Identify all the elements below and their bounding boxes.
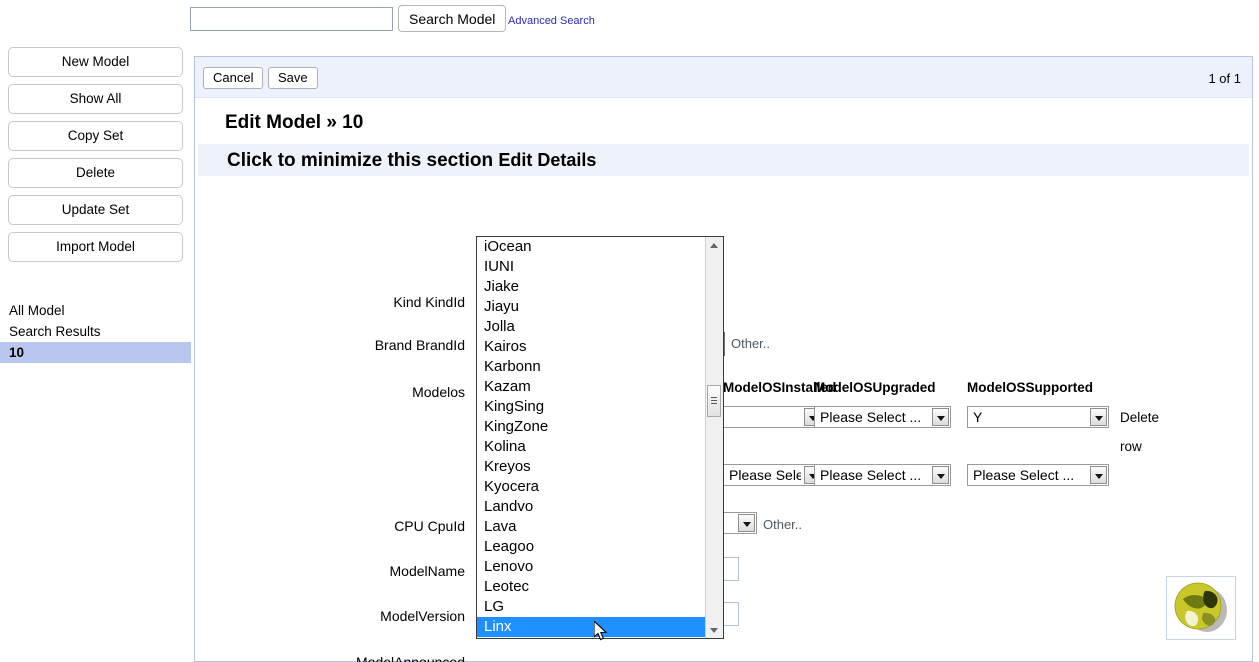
search-input[interactable]	[190, 7, 393, 31]
sidebar: New Model Show All Copy Set Delete Updat…	[0, 40, 191, 662]
globe-icon	[1174, 582, 1227, 632]
list-item[interactable]: LG	[477, 597, 706, 617]
list-item[interactable]: Karbonn	[477, 357, 706, 377]
os-supported-select-row1[interactable]: Y	[967, 406, 1109, 428]
brand-other-link[interactable]: Other..	[731, 336, 770, 351]
list-item[interactable]: Kazam	[477, 377, 706, 397]
model-version-label: ModelVersion	[380, 608, 465, 624]
list-item[interactable]: Leagoo	[477, 537, 706, 557]
chevron-down-icon	[1090, 466, 1107, 484]
sidebar-item-record-10[interactable]: 10	[0, 342, 191, 363]
page-title: Edit Model » 10	[225, 112, 364, 133]
col-header-modelos-upgraded: ModelOSUpgraded	[814, 380, 936, 395]
search-model-button[interactable]: Search Model	[398, 5, 507, 32]
list-item-selected[interactable]: Linx	[477, 617, 706, 637]
list-item[interactable]: Jiake	[477, 277, 706, 297]
list-item[interactable]: Leotec	[477, 577, 706, 597]
os-supported-select-row2[interactable]: Please Select ...	[967, 464, 1109, 486]
show-all-button[interactable]: Show All	[8, 84, 183, 114]
page-counter: 1 of 1	[1208, 71, 1241, 86]
os-upgraded-select-row2[interactable]: Please Select ...	[814, 464, 951, 486]
list-item[interactable]: Jiayu	[477, 297, 706, 317]
brand-dropdown-list[interactable]: iOcean IUNI Jiake Jiayu Jolla Kairos Kar…	[476, 236, 724, 639]
list-item[interactable]: Lenovo	[477, 557, 706, 577]
globe-logo	[1166, 576, 1236, 640]
chevron-down-icon	[932, 466, 949, 484]
list-item[interactable]: Kairos	[477, 337, 706, 357]
cpu-other-link[interactable]: Other..	[763, 517, 802, 532]
list-item[interactable]: Lava	[477, 517, 706, 537]
dropdown-scrollbar[interactable]	[705, 237, 723, 638]
app-root: Search Model Advanced Search New Model S…	[0, 0, 1259, 662]
os-installed-select-row2[interactable]: Please Select ...	[723, 464, 823, 486]
section-header-edit-details[interactable]: Click to minimize this section Edit Deta…	[198, 144, 1249, 176]
os-supported-value-row2: Please Select ...	[973, 467, 1075, 483]
chevron-down-icon	[1090, 408, 1107, 426]
col-header-modelos-supported: ModelOSSupported	[967, 380, 1093, 395]
model-name-label: ModelName	[389, 563, 465, 579]
advanced-search-link[interactable]: Advanced Search	[508, 15, 595, 27]
sidebar-item-search-results[interactable]: Search Results	[0, 321, 191, 342]
copy-set-button[interactable]: Copy Set	[8, 121, 183, 151]
sidebar-nav-list: All Model Search Results 10	[0, 300, 191, 363]
list-item[interactable]: Jolla	[477, 317, 706, 337]
sidebar-item-all-model[interactable]: All Model	[0, 300, 191, 321]
panel-toolbar: Cancel Save 1 of 1	[195, 57, 1252, 98]
scroll-up-arrow-icon[interactable]	[706, 237, 722, 253]
kind-label: Kind KindId	[393, 294, 465, 310]
modelos-label: Modelos	[412, 384, 465, 400]
brand-label: Brand BrandId	[374, 337, 465, 353]
cpu-label: CPU CpuId	[394, 518, 465, 534]
scrollbar-thumb[interactable]	[707, 385, 721, 417]
new-model-button[interactable]: New Model	[8, 47, 183, 77]
delete-row-link-line1[interactable]: Delete	[1120, 410, 1159, 425]
list-item[interactable]: iOcean	[477, 237, 706, 257]
delete-row-link-line2[interactable]: row	[1120, 439, 1142, 454]
list-item[interactable]: Kyocera	[477, 477, 706, 497]
os-upgraded-value-row2: Please Select ...	[820, 467, 922, 483]
list-item[interactable]: Kolina	[477, 437, 706, 457]
section-minimize-label: Click to minimize this section	[227, 150, 494, 171]
cancel-button[interactable]: Cancel	[203, 67, 264, 89]
list-item[interactable]: KingZone	[477, 417, 706, 437]
list-item[interactable]: KingSing	[477, 397, 706, 417]
list-item[interactable]: IUNI	[477, 257, 706, 277]
list-item[interactable]: Landvo	[477, 497, 706, 517]
top-search-bar: Search Model Advanced Search	[0, 0, 1259, 40]
scroll-down-arrow-icon[interactable]	[706, 622, 722, 638]
delete-button[interactable]: Delete	[8, 158, 183, 188]
os-upgraded-value-row1: Please Select ...	[820, 409, 922, 425]
save-button[interactable]: Save	[268, 67, 318, 89]
import-model-button[interactable]: Import Model	[8, 232, 183, 262]
os-installed-value-row2: Please Select ...	[729, 467, 801, 483]
os-installed-select-row1[interactable]	[723, 406, 823, 428]
os-supported-value-row1: Y	[973, 409, 983, 425]
update-set-button[interactable]: Update Set	[8, 195, 183, 225]
os-upgraded-select-row1[interactable]: Please Select ...	[814, 406, 951, 428]
section-title-label: Edit Details	[498, 150, 597, 170]
brand-dropdown-options: iOcean IUNI Jiake Jiayu Jolla Kairos Kar…	[477, 237, 706, 638]
chevron-down-icon	[738, 514, 755, 532]
list-item[interactable]: Kreyos	[477, 457, 706, 477]
chevron-down-icon	[932, 408, 949, 426]
model-announced-label: ModelAnnounced	[356, 654, 465, 662]
